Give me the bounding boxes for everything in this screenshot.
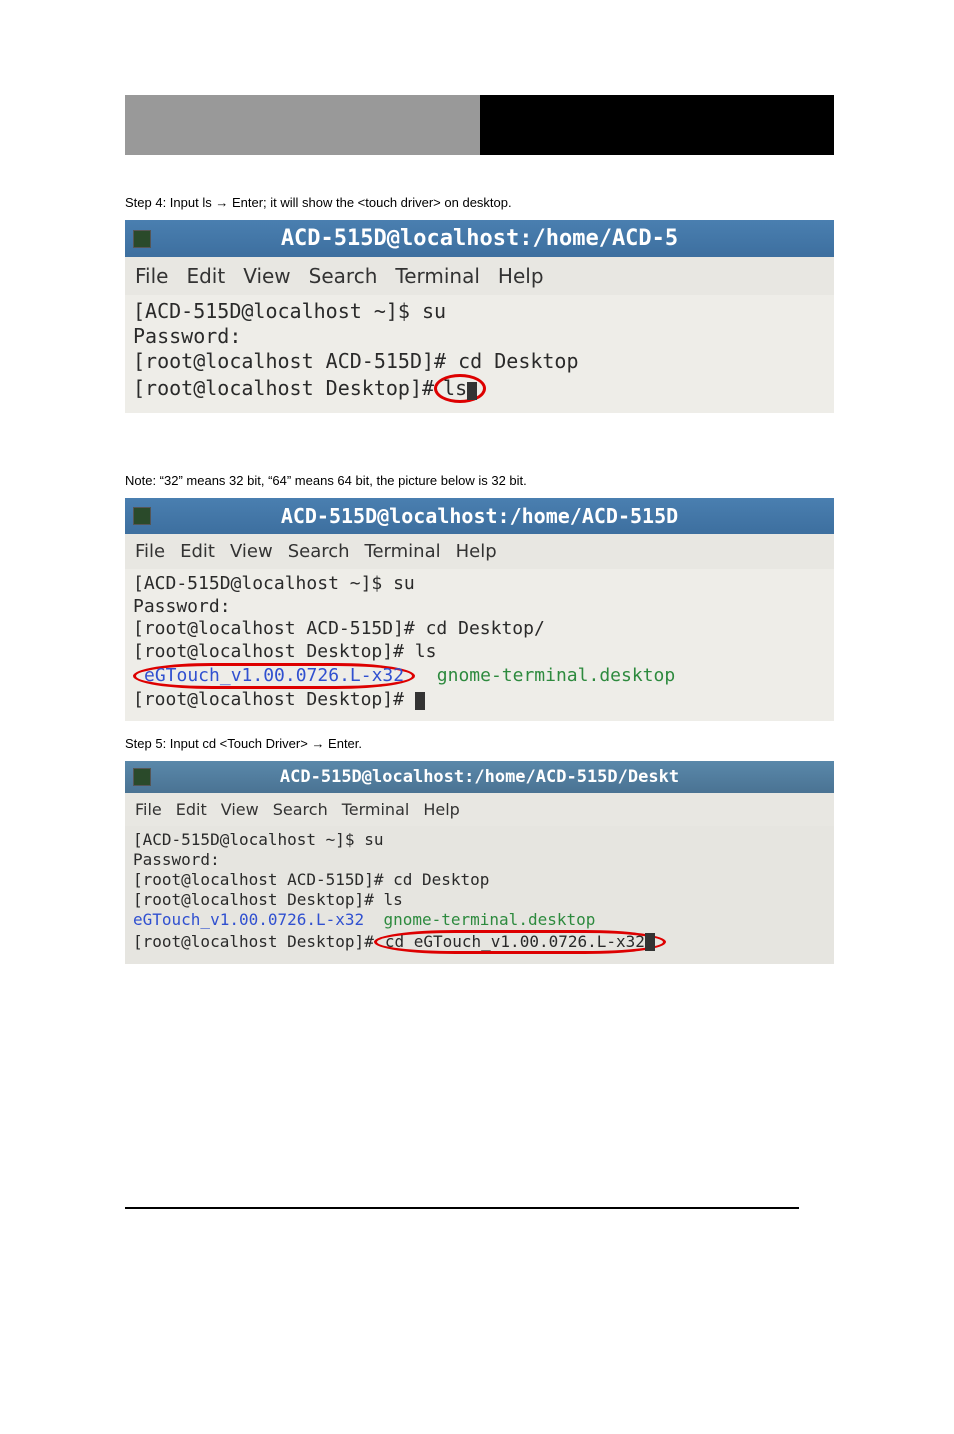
terminal-line: eGTouch_v1.00.0726.L-x32 gnome-terminal.… — [133, 663, 826, 689]
window-title: ACD-515D@localhost:/home/ACD-515D — [281, 504, 678, 528]
tab-left — [125, 95, 480, 155]
highlight-circle: eGTouch_v1.00.0726.L-x32 — [133, 663, 415, 689]
app-icon — [133, 507, 151, 525]
terminal-line: [ACD-515D@localhost ~]$ su — [133, 299, 826, 324]
terminal-line: eGTouch_v1.00.0726.L-x32 gnome-terminal.… — [133, 910, 826, 930]
cursor — [645, 933, 655, 951]
instruction-step5: Step 5: Input cd <Touch Driver> → Enter. — [125, 736, 834, 751]
terminal-line: [root@localhost Desktop]# cd eGTouch_v1.0… — [133, 930, 826, 954]
screenshot-3: ACD-515D@localhost:/home/ACD-515D/Deskt … — [125, 761, 834, 964]
terminal-line: [root@localhost Desktop]# ls — [133, 890, 826, 910]
menu-terminal[interactable]: Terminal — [365, 541, 441, 562]
terminal-line: [root@localhost ACD-515D]# cd Desktop — [133, 870, 826, 890]
menu-search[interactable]: Search — [273, 800, 328, 819]
window-title: ACD-515D@localhost:/home/ACD-515D/Deskt — [280, 767, 679, 787]
tab-right — [480, 95, 835, 155]
note-32-64: Note: “32” means 32 bit, “64” means 64 b… — [125, 473, 834, 488]
window-title: ACD-515D@localhost:/home/ACD-5 — [281, 226, 678, 251]
screenshot-1: ACD-515D@localhost:/home/ACD-5 File Edit… — [125, 220, 834, 413]
menu-file[interactable]: File — [135, 800, 162, 819]
prompt: [root@localhost Desktop]# — [133, 689, 415, 710]
header-tabs — [125, 95, 834, 155]
terminal-line: [root@localhost ACD-515D]# cd Desktop/ — [133, 618, 826, 641]
menu-help[interactable]: Help — [423, 800, 459, 819]
menu-edit[interactable]: Edit — [180, 541, 215, 562]
dir-name: eGTouch_v1.00.0726.L-x32 — [144, 665, 404, 686]
terminal-line: [root@localhost Desktop]# ls — [133, 374, 826, 403]
footer-divider — [125, 1207, 799, 1209]
terminal-window-3: ACD-515D@localhost:/home/ACD-515D/Deskt … — [125, 761, 834, 964]
menu-help[interactable]: Help — [498, 264, 544, 288]
menu-view[interactable]: View — [230, 541, 273, 562]
instr1-post: Enter; it will show the <touch driver> o… — [228, 195, 511, 210]
title-bar: ACD-515D@localhost:/home/ACD-515D — [125, 498, 834, 534]
terminal-body[interactable]: [ACD-515D@localhost ~]$ su Password: [ro… — [125, 826, 834, 964]
menu-file[interactable]: File — [135, 541, 165, 562]
terminal-line: Password: — [133, 324, 826, 349]
instr2-pre: Step 5: Input cd <Touch Driver> — [125, 736, 311, 751]
instr1-pre: Step 4: Input ls — [125, 195, 215, 210]
cmd-cd: cd eGTouch_v1.00.0726.L-x32 — [385, 932, 645, 951]
app-icon — [133, 768, 151, 786]
highlight-circle: ls — [434, 374, 486, 403]
highlight-circle: cd eGTouch_v1.00.0726.L-x32 — [374, 930, 666, 954]
cmd-ls: ls — [443, 376, 467, 400]
title-bar: ACD-515D@localhost:/home/ACD-5 — [125, 220, 834, 257]
cursor — [415, 692, 425, 710]
terminal-line: [root@localhost Desktop]# ls — [133, 641, 826, 664]
arrow-icon: → — [215, 195, 228, 210]
terminal-body[interactable]: [ACD-515D@localhost ~]$ su Password: [ro… — [125, 295, 834, 413]
terminal-line: [root@localhost Desktop]# — [133, 689, 826, 712]
terminal-line: [ACD-515D@localhost ~]$ su — [133, 830, 826, 850]
terminal-line: [ACD-515D@localhost ~]$ su — [133, 573, 826, 596]
instr2-post: Enter. — [324, 736, 362, 751]
file-name: gnome-terminal.desktop — [415, 665, 675, 686]
menu-terminal[interactable]: Terminal — [395, 264, 480, 288]
menu-bar: File Edit View Search Terminal Help — [125, 793, 834, 826]
file-name: gnome-terminal.desktop — [364, 910, 595, 929]
menu-view[interactable]: View — [243, 264, 290, 288]
menu-terminal[interactable]: Terminal — [342, 800, 410, 819]
terminal-line: Password: — [133, 596, 826, 619]
terminal-window-2: ACD-515D@localhost:/home/ACD-515D File E… — [125, 498, 834, 721]
screenshot-2: ACD-515D@localhost:/home/ACD-515D File E… — [125, 498, 834, 721]
terminal-line: [root@localhost ACD-515D]# cd Desktop — [133, 349, 826, 374]
menu-bar: File Edit View Search Terminal Help — [125, 534, 834, 569]
app-icon — [133, 230, 151, 248]
terminal-line: Password: — [133, 850, 826, 870]
instruction-step4: Step 4: Input ls → Enter; it will show t… — [125, 195, 834, 210]
menu-view[interactable]: View — [221, 800, 259, 819]
prompt: [root@localhost Desktop]# — [133, 376, 434, 400]
menu-help[interactable]: Help — [456, 541, 497, 562]
terminal-window-1: ACD-515D@localhost:/home/ACD-5 File Edit… — [125, 220, 834, 413]
menu-file[interactable]: File — [135, 264, 168, 288]
prompt: [root@localhost Desktop]# — [133, 932, 374, 951]
menu-edit[interactable]: Edit — [176, 800, 207, 819]
cursor — [467, 382, 477, 400]
menu-bar: File Edit View Search Terminal Help — [125, 257, 834, 295]
arrow-icon: → — [311, 736, 324, 751]
menu-search[interactable]: Search — [309, 264, 378, 288]
dir-name: eGTouch_v1.00.0726.L-x32 — [133, 910, 364, 929]
menu-search[interactable]: Search — [288, 541, 350, 562]
terminal-body[interactable]: [ACD-515D@localhost ~]$ su Password: [ro… — [125, 569, 834, 721]
title-bar: ACD-515D@localhost:/home/ACD-515D/Deskt — [125, 761, 834, 793]
menu-edit[interactable]: Edit — [186, 264, 225, 288]
